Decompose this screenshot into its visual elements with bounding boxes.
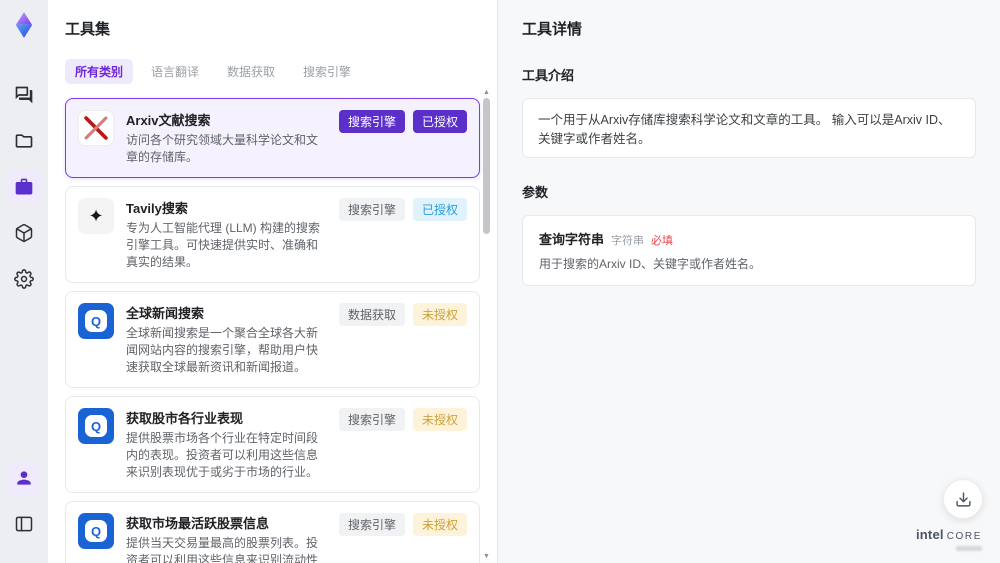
page-title: 工具集	[65, 21, 111, 38]
tool-category-tag: 搜索引擎	[338, 408, 405, 432]
download-icon	[955, 491, 971, 507]
tool-description: 访问各个研究领域大量科学论文和文章的存储库。	[126, 133, 319, 165]
rail-button-settings-icon[interactable]	[7, 262, 41, 296]
folder-icon	[14, 131, 34, 151]
tool-auth-badge: 未授权	[412, 513, 467, 537]
category-tabs: 所有类别 语言翻译 数据获取 搜索引擎	[65, 59, 497, 84]
tool-category-tag: 搜索引擎	[338, 198, 405, 222]
rail-button-folder-icon[interactable]	[7, 124, 41, 158]
panel-toggle-icon	[14, 514, 34, 534]
tool-intro-text: 一个用于从Arxiv存储库搜索科学论文和文章的工具。 输入可以是Arxiv ID…	[522, 98, 976, 158]
arxiv-logo-icon	[78, 110, 114, 146]
tool-card-list: Arxiv文献搜索 访问各个研究领域大量科学论文和文章的存储库。 搜索引擎 已授…	[65, 98, 480, 563]
globe-news-icon: Q	[78, 513, 114, 550]
chat-icon	[14, 85, 34, 105]
user-icon	[14, 468, 34, 488]
tool-name: Arxiv文献搜索	[126, 113, 211, 128]
category-tab-2[interactable]: 数据获取	[217, 59, 285, 84]
intel-wordmark: intel	[915, 527, 944, 542]
tool-category-tag: 搜索引擎	[338, 110, 405, 133]
tool-description: 提供当天交易量最高的股票列表。投资者可以利用这些信息来识别流动性强的股票和潜在的…	[126, 536, 319, 563]
tool-card[interactable]: ✦ Tavily搜索 专为人工智能代理 (LLM) 构建的搜索引擎工具。可快速提…	[65, 186, 480, 284]
toolbox-icon	[14, 177, 34, 197]
category-tab-3[interactable]: 搜索引擎	[293, 59, 361, 84]
tool-card[interactable]: Q 获取市场最活跃股票信息 提供当天交易量最高的股票列表。投资者可以利用这些信息…	[65, 501, 480, 563]
detail-title: 工具详情	[522, 21, 583, 38]
parameter-required-badge: 必填	[651, 235, 674, 247]
left-rail	[0, 0, 48, 563]
tool-category-tag: 数据获取	[338, 303, 405, 327]
rail-button-toolbox-icon[interactable]	[7, 170, 41, 204]
tool-auth-badge: 已授权	[412, 110, 467, 133]
globe-news-icon: Q	[78, 303, 114, 340]
app-logo-icon	[7, 8, 41, 42]
app-window: 工具集 所有类别 语言翻译 数据获取 搜索引擎 Arxiv文献搜索 访问各个研究…	[0, 0, 1000, 563]
intro-heading: 工具介绍	[522, 68, 575, 83]
list-scrollbar[interactable]: ▲ ▼	[482, 88, 491, 563]
scroll-down-icon[interactable]: ▼	[482, 552, 491, 561]
rail-button-chat-icon[interactable]	[7, 78, 41, 112]
tool-card[interactable]: Q 全球新闻搜索 全球新闻搜索是一个聚合全球各大新闻网站内容的搜索引擎，帮助用户…	[65, 291, 480, 389]
params-heading: 参数	[522, 185, 549, 200]
tool-name: 获取股市各行业表现	[126, 411, 244, 427]
scrollbar-thumb[interactable]	[483, 98, 490, 234]
sparkle-icon: ✦	[78, 198, 114, 235]
intel-core-logo: intel CORE	[916, 526, 982, 551]
rail-button-user-icon[interactable]	[7, 461, 41, 495]
parameter-name: 查询字符串	[539, 232, 605, 247]
category-tab-1[interactable]: 语言翻译	[141, 59, 209, 84]
tool-description: 全球新闻搜索是一个聚合全球各大新闻网站内容的搜索引擎，帮助用户快速获取全球最新资…	[126, 326, 319, 375]
settings-icon	[14, 269, 34, 289]
scroll-up-icon[interactable]: ▲	[482, 88, 491, 97]
tool-auth-badge: 未授权	[412, 408, 467, 432]
tool-name: 获取市场最活跃股票信息	[126, 516, 270, 532]
category-tab-0[interactable]: 所有类别	[65, 59, 134, 84]
parameter-description: 用于搜索的Arxiv ID、关键字或作者姓名。	[539, 257, 762, 271]
tool-card[interactable]: Arxiv文献搜索 访问各个研究领域大量科学论文和文章的存储库。 搜索引擎 已授…	[65, 98, 480, 179]
tool-card[interactable]: Q 获取股市各行业表现 提供股票市场各个行业在特定时间段内的表现。投资者可以利用…	[65, 396, 480, 494]
tool-list-panel: 工具集 所有类别 语言翻译 数据获取 搜索引擎 Arxiv文献搜索 访问各个研究…	[48, 0, 497, 563]
tool-auth-badge: 未授权	[412, 303, 467, 327]
tool-category-tag: 搜索引擎	[338, 513, 405, 537]
parameter-card: 查询字符串 字符串 必填 用于搜索的Arxiv ID、关键字或作者姓名。	[522, 215, 976, 286]
tool-name: 全球新闻搜索	[126, 306, 205, 322]
rail-button-panel-toggle-icon[interactable]	[7, 507, 41, 541]
tool-auth-badge: 已授权	[412, 198, 467, 222]
cube-icon	[14, 223, 34, 243]
tool-name: Tavily搜索	[126, 201, 188, 217]
download-button[interactable]	[943, 479, 983, 519]
intel-logo-subscript	[956, 546, 982, 551]
tool-detail-panel: 工具详情 工具介绍 一个用于从Arxiv存储库搜索科学论文和文章的工具。 输入可…	[497, 0, 1000, 563]
globe-news-icon: Q	[78, 408, 114, 445]
rail-button-cube-icon[interactable]	[7, 216, 41, 250]
tool-description: 专为人工智能代理 (LLM) 构建的搜索引擎工具。可快速提供实时、准确和真实的结…	[126, 221, 321, 270]
core-wordmark: CORE	[946, 531, 982, 542]
tool-description: 提供股票市场各个行业在特定时间段内的表现。投资者可以利用这些信息来识别表现优于或…	[126, 431, 319, 480]
parameter-type: 字符串	[611, 235, 645, 247]
